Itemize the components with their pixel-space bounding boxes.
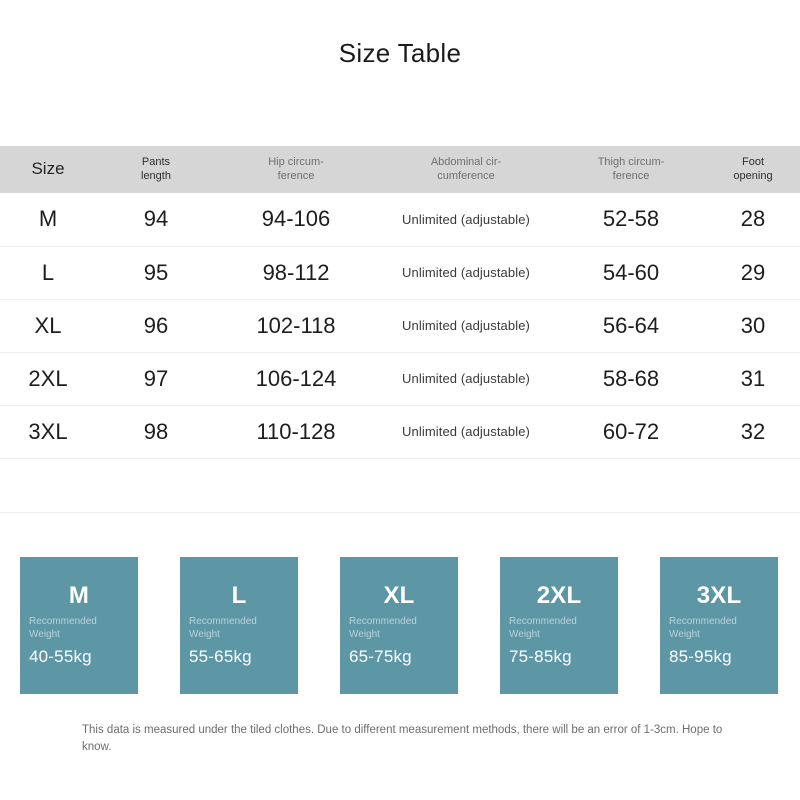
cell-hip: 98-112 xyxy=(262,259,330,285)
cell-foot-opening: 28 xyxy=(740,206,766,232)
table-body: M 94 94-106 Unlimited (adjustable) 52-58… xyxy=(0,193,800,458)
size-card-label: M xyxy=(68,582,90,609)
cell-hip: 110-128 xyxy=(256,418,336,444)
cell-hip: 94-106 xyxy=(261,206,331,232)
size-card-label: 3XL xyxy=(696,582,742,609)
recommended-weight-value: 65-75kg xyxy=(349,647,412,666)
cell-thigh: 56-64 xyxy=(602,312,660,338)
cell-abdominal: Unlimited (adjustable) xyxy=(402,424,530,439)
cell-thigh: 58-68 xyxy=(602,365,660,391)
recommended-weight-label: Recommended Weight xyxy=(29,616,97,640)
column-header-hip-circumference: Hip circum- ference xyxy=(268,156,324,182)
cell-pants-length: 97 xyxy=(143,365,169,391)
cell-pants-length: 94 xyxy=(143,206,169,232)
column-header-thigh-circumference: Thigh circum- ference xyxy=(597,156,665,182)
cell-thigh: 60-72 xyxy=(602,418,660,444)
cell-abdominal: Unlimited (adjustable) xyxy=(402,371,530,386)
size-card-label: 2XL xyxy=(536,582,582,609)
cell-foot-opening: 32 xyxy=(740,418,766,444)
page-title: Size Table xyxy=(338,38,462,68)
size-table-page: Size Table Size Pants length Hip circum-… xyxy=(0,0,800,800)
size-card-label: L xyxy=(231,582,247,609)
table-row: M 94 94-106 Unlimited (adjustable) 52-58… xyxy=(0,193,800,246)
size-card-l: L Recommended Weight 55-65kg xyxy=(180,557,298,694)
recommended-weight-value: 75-85kg xyxy=(509,647,572,666)
column-header-size: Size xyxy=(31,159,65,179)
cell-hip: 106-124 xyxy=(255,365,337,391)
recommended-weight-value: 40-55kg xyxy=(29,647,92,666)
table-header-row: Size Pants length Hip circum- ference Ab… xyxy=(0,146,800,193)
column-header-abdominal-circumference: Abdominal cir- cumference xyxy=(430,156,502,182)
size-card-xl: XL Recommended Weight 65-75kg xyxy=(340,557,458,694)
recommended-weight-cards: M Recommended Weight 40-55kg L Recommend… xyxy=(20,557,780,694)
cell-pants-length: 96 xyxy=(143,312,169,338)
column-header-foot-opening: Foot opening xyxy=(733,156,773,182)
table-row: L 95 98-112 Unlimited (adjustable) 54-60… xyxy=(0,246,800,299)
cell-size: XL xyxy=(34,312,62,338)
recommended-weight-label: Recommended Weight xyxy=(669,616,737,640)
recommended-weight-value: 85-95kg xyxy=(669,647,732,666)
table-row: 3XL 98 110-128 Unlimited (adjustable) 60… xyxy=(0,405,800,458)
cell-size: M xyxy=(38,206,58,232)
size-card-2xl: 2XL Recommended Weight 75-85kg xyxy=(500,557,618,694)
table-row: XL 96 102-118 Unlimited (adjustable) 56-… xyxy=(0,299,800,352)
cell-foot-opening: 30 xyxy=(740,312,766,338)
recommended-weight-value: 55-65kg xyxy=(189,647,252,666)
size-specification-table: Size Pants length Hip circum- ference Ab… xyxy=(0,146,800,459)
cell-abdominal: Unlimited (adjustable) xyxy=(402,318,530,333)
size-card-3xl: 3XL Recommended Weight 85-95kg xyxy=(660,557,778,694)
cell-abdominal: Unlimited (adjustable) xyxy=(402,265,530,280)
section-divider xyxy=(0,512,800,513)
table-header: Size Pants length Hip circum- ference Ab… xyxy=(0,146,800,193)
column-header-pants-length: Pants length xyxy=(141,156,171,182)
measurement-disclaimer-note: This data is measured under the tiled cl… xyxy=(82,724,723,754)
cell-foot-opening: 29 xyxy=(740,259,766,285)
cell-abdominal: Unlimited (adjustable) xyxy=(402,211,530,227)
size-card-label: XL xyxy=(383,582,415,609)
cell-size: 3XL xyxy=(28,418,68,444)
recommended-weight-label: Recommended Weight xyxy=(349,616,417,640)
cell-thigh: 52-58 xyxy=(602,206,660,232)
cell-size: 2XL xyxy=(28,365,68,391)
recommended-weight-label: Recommended Weight xyxy=(189,616,257,640)
cell-size: L xyxy=(41,259,55,285)
cell-thigh: 54-60 xyxy=(602,259,660,285)
size-card-m: M Recommended Weight 40-55kg xyxy=(20,557,138,694)
cell-pants-length: 95 xyxy=(143,259,169,285)
recommended-weight-label: Recommended Weight xyxy=(509,616,577,640)
table-row: 2XL 97 106-124 Unlimited (adjustable) 58… xyxy=(0,352,800,405)
cell-foot-opening: 31 xyxy=(740,365,766,391)
cell-hip: 102-118 xyxy=(256,312,336,338)
cell-pants-length: 98 xyxy=(143,418,169,444)
